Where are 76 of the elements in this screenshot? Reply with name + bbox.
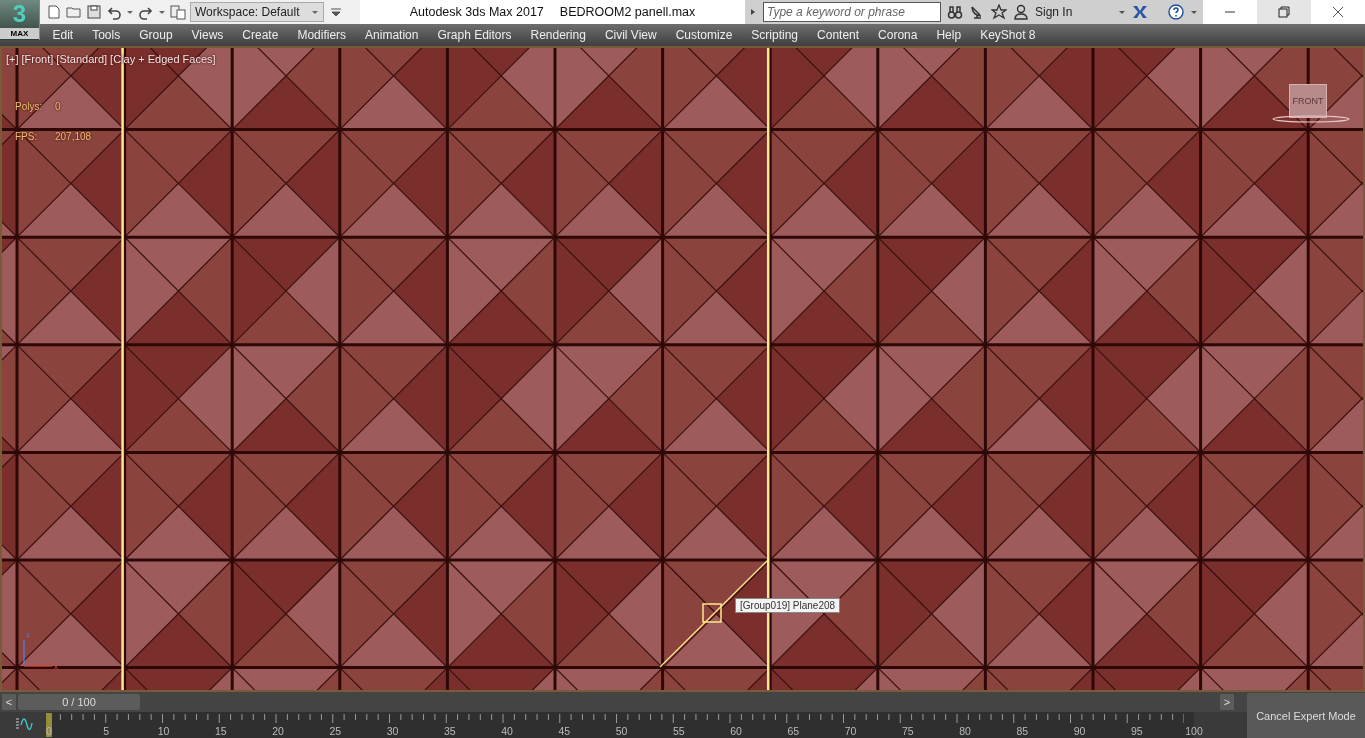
star-icon[interactable] <box>991 4 1007 20</box>
menu-item[interactable]: Tools <box>82 28 130 42</box>
menu-item[interactable]: Customize <box>666 28 742 42</box>
frame-tick-label: 35 <box>443 725 456 737</box>
caret-icon[interactable] <box>1118 8 1127 16</box>
sign-in-link[interactable]: Sign In <box>1035 5 1073 19</box>
menu-item[interactable]: Corona <box>868 28 927 42</box>
caret-icon[interactable] <box>158 8 166 16</box>
caret-icon[interactable] <box>1190 8 1199 16</box>
frame-tick-label: 50 <box>615 725 628 737</box>
workspace-dropdown[interactable]: Workspace: Default <box>190 2 324 22</box>
user-icon[interactable] <box>1013 4 1029 20</box>
frame-tick-label: 65 <box>787 725 800 737</box>
caret-icon[interactable] <box>126 8 134 16</box>
frame-tick-label: 15 <box>214 725 227 737</box>
menu-item[interactable]: KeyShot 8 <box>970 28 1045 42</box>
frame-tick-label: 55 <box>672 725 685 737</box>
frame-tick-label: 30 <box>386 725 399 737</box>
object-tooltip: [Group019] Plane208 <box>735 598 841 613</box>
frame-tick-label: 85 <box>1016 725 1029 737</box>
menu-item[interactable]: Animation <box>355 28 428 42</box>
frame-tick-label: 80 <box>959 725 971 737</box>
frame-tick-label: 75 <box>901 725 914 737</box>
menu-item[interactable]: Content <box>807 28 869 42</box>
previous-frame-button[interactable]: < <box>2 694 16 710</box>
stat-value: 0 <box>55 101 61 112</box>
undo-icon[interactable] <box>106 4 122 20</box>
next-frame-button[interactable]: > <box>1220 694 1234 710</box>
frame-tick-label: 0 <box>46 725 52 737</box>
redo-icon[interactable] <box>138 4 154 20</box>
binoculars-icon[interactable] <box>947 4 963 20</box>
menu-item[interactable]: Group <box>129 28 183 42</box>
frame-tick-label: 45 <box>558 725 571 737</box>
selection-cursor-icon <box>702 603 722 623</box>
viewport-label[interactable]: [Standard] <box>56 53 108 65</box>
curve-editor-icon[interactable] <box>14 716 34 732</box>
viewcube-ring-icon[interactable] <box>1271 114 1351 124</box>
menu-item[interactable]: Rendering <box>521 28 596 42</box>
frame-tick-label: 5 <box>103 725 110 737</box>
search-field[interactable]: Type a keyword or phrase <box>763 2 941 22</box>
restore-icon[interactable] <box>1257 0 1311 24</box>
file-name: BEDROOM2 panell.max <box>559 5 696 19</box>
menu-item[interactable]: Create <box>232 28 288 42</box>
help-icon[interactable] <box>1168 4 1185 20</box>
viewcube[interactable]: FRONT <box>1289 84 1327 118</box>
exchange-x-icon[interactable] <box>1132 4 1149 20</box>
caret-icon <box>311 8 319 16</box>
menu-item[interactable]: Help <box>926 28 971 42</box>
new-file-icon[interactable] <box>46 4 62 20</box>
frame-tick-label: 100 <box>1185 725 1203 737</box>
frame-tick-label: 60 <box>730 725 742 737</box>
time-slider-thumb[interactable]: 0 / 100 <box>18 694 140 710</box>
frame-tick-label: 10 <box>157 725 170 737</box>
project-folder-icon[interactable] <box>170 4 186 20</box>
cancel-expert-mode-button[interactable]: Cancel Expert Mode <box>1247 693 1365 738</box>
axis-label: x <box>54 662 58 671</box>
window-title: Autodesk 3ds Max 2017 <box>409 5 544 19</box>
menu-item[interactable]: Graph Editors <box>427 28 521 42</box>
expand-arrow-icon[interactable] <box>749 8 757 16</box>
stat-value: 207,108 <box>55 131 92 142</box>
frame-tick-label: 20 <box>272 725 284 737</box>
menu-item[interactable]: Civil View <box>595 28 667 42</box>
app-logo-button[interactable]: 3 MAX <box>0 0 40 40</box>
frame-tick-label: 95 <box>1130 725 1143 737</box>
frame-tick-label: 90 <box>1073 725 1086 737</box>
save-icon[interactable] <box>86 4 102 20</box>
menu-item[interactable]: Scripting <box>741 28 808 42</box>
axis-label: z <box>26 630 30 639</box>
frame-tick-label: 40 <box>501 725 513 737</box>
frame-tick-label: 70 <box>844 725 857 737</box>
current-frame-marker[interactable] <box>46 713 52 737</box>
menu-item[interactable]: Views <box>182 28 233 42</box>
frame-tick-label: 25 <box>329 725 342 737</box>
menu-item[interactable]: Modifiers <box>287 28 356 42</box>
menu-item[interactable]: Edit <box>43 28 83 42</box>
viewport-label[interactable]: [Front] <box>21 53 54 65</box>
